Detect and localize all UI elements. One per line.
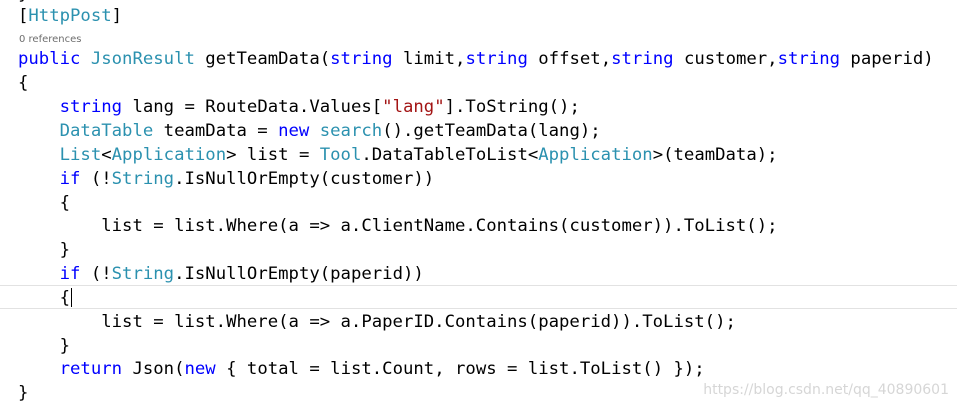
code-token: "lang" <box>382 97 445 117</box>
code-token: ().getTeamData(lang); <box>382 121 601 141</box>
code-token: { total = list.Count, rows = list.ToList… <box>215 359 705 379</box>
code-token: teamData = <box>153 121 279 141</box>
codelens-references-link[interactable]: 0 references <box>19 33 82 47</box>
code-token: getTeamData( <box>194 49 331 69</box>
code-token: lang = RouteData.Values[ <box>122 97 383 117</box>
code-line: } <box>18 334 70 358</box>
code-token: JsonResult <box>90 49 195 69</box>
code-line: DataTable teamData = new search().getTea… <box>18 119 601 143</box>
code-token: } <box>18 240 71 260</box>
code-token: { <box>18 193 71 213</box>
code-token: .IsNullOrEmpty(customer)) <box>174 169 435 189</box>
code-token: string <box>611 49 674 69</box>
code-line: if (!String.IsNullOrEmpty(customer)) <box>18 167 435 191</box>
code-token: > list = <box>226 145 320 165</box>
code-token: .IsNullOrEmpty(paperid)) <box>174 264 424 284</box>
code-token: return <box>59 359 123 379</box>
code-token: string <box>59 97 123 117</box>
text-caret <box>71 288 72 307</box>
code-token: new <box>184 359 216 379</box>
code-token: ].ToString(); <box>444 97 580 117</box>
code-token: list = list.Where(a => a.PaperID.Contain… <box>18 312 736 332</box>
code-token: string <box>777 49 841 69</box>
code-token: string <box>465 49 528 69</box>
code-token: } <box>18 336 71 356</box>
code-token: (! <box>80 169 112 189</box>
code-token: customer, <box>673 49 778 69</box>
code-line: { <box>18 191 70 215</box>
code-token: if <box>59 264 81 284</box>
code-token: } <box>18 383 29 403</box>
code-line: { <box>18 286 70 310</box>
code-token: (! <box>80 264 112 284</box>
code-editor[interactable]: } 0 references [HttpPost] public JsonResu… <box>0 0 957 408</box>
code-line: { <box>18 71 28 95</box>
code-token: { <box>18 73 29 93</box>
code-token: ] <box>111 6 123 26</box>
code-token: < <box>101 145 112 165</box>
code-token: if <box>59 169 81 189</box>
code-line: return Json(new { total = list.Count, ro… <box>18 357 705 381</box>
code-line: list = list.Where(a => a.PaperID.Contain… <box>18 310 736 334</box>
current-line-highlight <box>0 285 957 309</box>
code-token: Application <box>111 145 227 165</box>
code-line: list = list.Where(a => a.ClientName.Cont… <box>18 214 778 238</box>
code-token: paperid) <box>840 49 934 69</box>
code-token: DataTable <box>59 121 154 141</box>
watermark: https://blog.csdn.net/qq_40890601 <box>703 382 949 398</box>
code-line: } <box>18 238 70 262</box>
code-token: String <box>111 264 175 284</box>
code-token: String <box>111 169 175 189</box>
code-token: >(teamData); <box>652 145 778 165</box>
code-token: HttpPost <box>28 6 112 26</box>
code-token: List <box>59 145 102 165</box>
code-token: search <box>319 121 383 141</box>
code-token: new <box>278 121 310 141</box>
code-token: list = list.Where(a => a.ClientName.Cont… <box>18 216 778 236</box>
code-line: string lang = RouteData.Values["lang"].T… <box>18 95 580 119</box>
code-token: Tool <box>319 145 362 165</box>
code-line: public JsonResult getTeamData(string lim… <box>18 47 934 71</box>
code-token: limit, <box>392 49 466 69</box>
code-token: Application <box>538 145 653 165</box>
code-token: [ <box>18 6 29 26</box>
code-token: .DataTableToList< <box>361 145 539 165</box>
code-line: } <box>18 381 28 405</box>
code-line: [HttpPost] <box>18 4 122 28</box>
code-token: public <box>18 49 81 69</box>
code-token: string <box>330 49 393 69</box>
code-token: Json( <box>122 359 185 379</box>
code-line: List<Application> list = Tool.DataTableT… <box>18 143 778 167</box>
code-line: if (!String.IsNullOrEmpty(paperid)) <box>18 262 424 286</box>
code-token: { <box>18 288 71 308</box>
code-token: offset, <box>527 49 612 69</box>
